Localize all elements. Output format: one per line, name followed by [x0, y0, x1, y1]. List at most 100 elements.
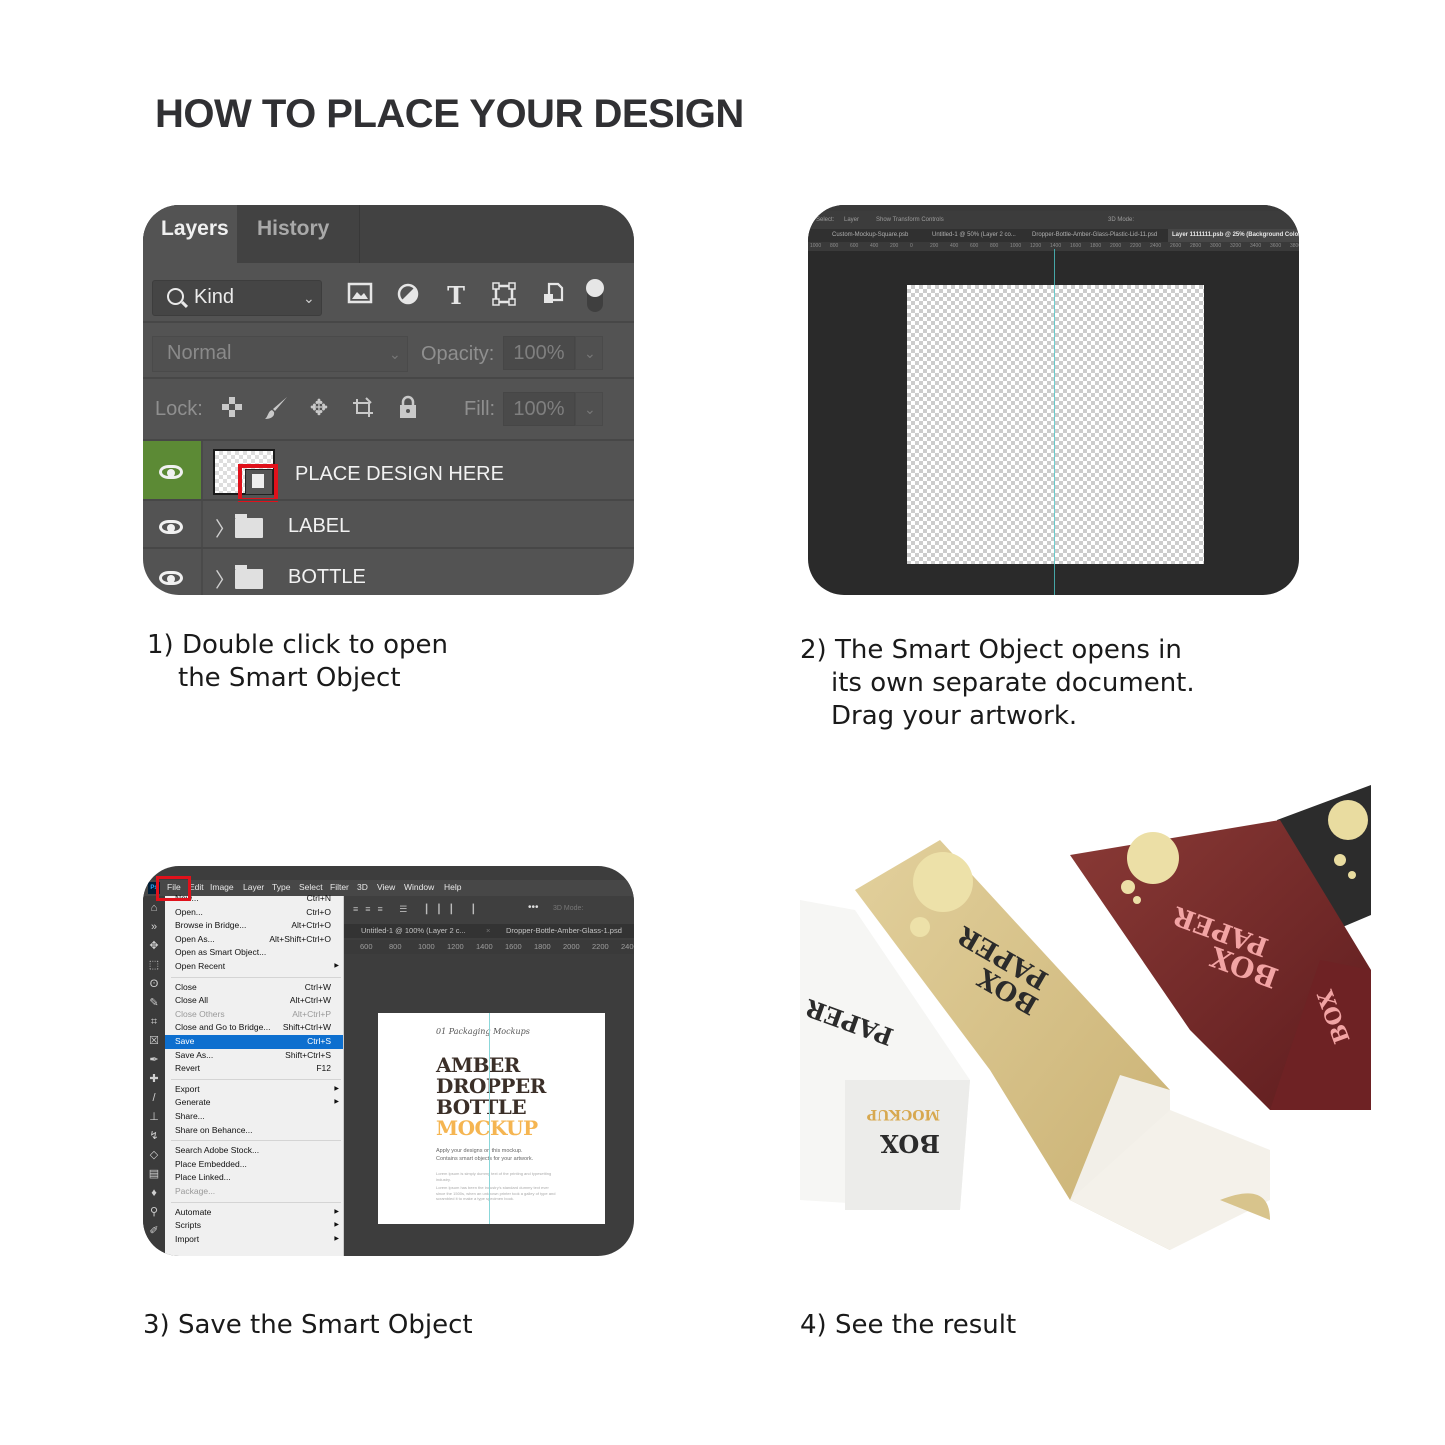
paper-box-mockup-illustration: PAPER BOX BOX PAPER BOX PAPER BOX MOCKUP — [800, 785, 1371, 1250]
layer-row-place-design-here[interactable]: PLACE DESIGN HERE — [143, 439, 634, 502]
menu-filter[interactable]: Filter — [330, 882, 349, 892]
lock-transparency-icon[interactable] — [219, 395, 245, 421]
align-icons[interactable]: ≡≡≡ ☰ ┃┃┃ ┃ — [353, 904, 483, 915]
crop-tool-icon[interactable]: ⌗ — [147, 1015, 161, 1029]
document-tab[interactable]: Untitled-1 @ 50% (Layer 2 co... — [932, 229, 1016, 242]
marquee-tool-icon[interactable]: ⬚ — [147, 958, 161, 972]
menu-item-open-recent[interactable]: Open Recent ▶ — [165, 960, 343, 974]
menu-select[interactable]: Select — [299, 882, 323, 892]
menu-window[interactable]: Window — [404, 882, 434, 892]
close-tab-icon[interactable]: × — [486, 926, 490, 935]
adjustment-filter-icon[interactable] — [394, 282, 422, 310]
menu-item-scripts[interactable]: Scripts ▶ — [165, 1219, 343, 1233]
tab-history[interactable]: History — [239, 205, 360, 263]
expand-chevron-icon[interactable]: 〉 — [215, 513, 235, 542]
menu-item-label: Open As... — [175, 933, 215, 944]
menu-item-close-all[interactable]: Close All Alt+Ctrl+W — [165, 994, 343, 1008]
menu-item-close[interactable]: Close Ctrl+W — [165, 981, 343, 995]
menu-item-save-as[interactable]: Save As... Shift+Ctrl+S — [165, 1049, 343, 1063]
fill-input[interactable]: 100% — [503, 392, 575, 426]
menu-edit[interactable]: Edit — [189, 882, 204, 892]
menu-item-search-adobe-stock[interactable]: Search Adobe Stock... — [165, 1144, 343, 1158]
filter-kind-dropdown[interactable]: Kind ⌄ — [152, 280, 322, 316]
document-tab-active[interactable]: Layer 1111111.psb @ 25% (Background Colo… — [1168, 229, 1299, 242]
blend-mode-dropdown[interactable]: Normal ⌄ — [152, 336, 408, 372]
type-filter-icon[interactable]: T — [442, 282, 470, 310]
move-tool-icon[interactable]: ✥ — [147, 939, 161, 953]
visibility-toggle[interactable] — [143, 441, 201, 501]
menu-item-browse-in-bridge[interactable]: Browse in Bridge... Alt+Ctrl+O — [165, 919, 343, 933]
quick-select-icon[interactable]: ✎ — [147, 996, 161, 1010]
lock-artboard-icon[interactable] — [349, 395, 375, 421]
menu-item-close-and-go-to-bridge[interactable]: Close and Go to Bridge... Shift+Ctrl+W — [165, 1021, 343, 1035]
menu-item-import[interactable]: Import ▶ — [165, 1233, 343, 1247]
lock-paint-icon[interactable] — [263, 395, 289, 421]
menu-item-package[interactable]: Package... — [165, 1185, 343, 1199]
brush-tool-icon[interactable]: / — [147, 1091, 161, 1105]
menu-item-open-as[interactable]: Open As... Alt+Shift+Ctrl+O — [165, 933, 343, 947]
expand-icon[interactable]: » — [147, 920, 161, 934]
menu-item-export[interactable]: Export ▶ — [165, 1083, 343, 1097]
menu-item-share[interactable]: Share... — [165, 1110, 343, 1124]
pen-tool-icon[interactable]: ✐ — [147, 1224, 161, 1238]
document-canvas[interactable]: 01 Packaging Mockups AMBER DROPPER BOTTL… — [378, 1013, 605, 1224]
stamp-tool-icon[interactable]: ⊥ — [147, 1110, 161, 1124]
lock-position-icon[interactable]: ✥ — [306, 395, 332, 421]
home-icon[interactable]: ⌂ — [147, 901, 161, 915]
document-tab[interactable]: Custom-Mockup-Square.psb — [832, 229, 908, 242]
opacity-dropdown-button[interactable]: ⌄ — [575, 336, 603, 370]
shape-filter-icon[interactable] — [490, 282, 518, 310]
submenu-arrow-icon: ▶ — [334, 1208, 339, 1215]
menu-item-save[interactable]: Save Ctrl+S — [165, 1035, 343, 1049]
visibility-toggle[interactable] — [143, 501, 201, 549]
visibility-toggle[interactable] — [143, 549, 201, 595]
menu-help[interactable]: Help — [444, 882, 461, 892]
opacity-input[interactable]: 100% — [503, 336, 575, 370]
menu-3d[interactable]: 3D — [357, 882, 368, 892]
layer-name: PLACE DESIGN HERE — [295, 463, 504, 485]
menu-item-generate[interactable]: Generate ▶ — [165, 1096, 343, 1110]
menu-item-new[interactable]: New... Ctrl+N — [165, 892, 343, 906]
smart-object-filter-icon[interactable] — [539, 282, 567, 310]
lasso-tool-icon[interactable]: ʘ — [147, 977, 161, 991]
fill-dropdown-button[interactable]: ⌄ — [575, 392, 603, 426]
lock-all-icon[interactable] — [395, 395, 421, 421]
menu-item-open[interactable]: Open... Ctrl+O — [165, 906, 343, 920]
menu-item-share-on-behance[interactable]: Share on Behance... — [165, 1124, 343, 1138]
layer-row-label[interactable]: 〉 LABEL — [143, 499, 634, 549]
dodge-tool-icon[interactable]: ⚲ — [147, 1205, 161, 1219]
menu-view[interactable]: View — [377, 882, 395, 892]
healing-brush-icon[interactable]: ✚ — [147, 1072, 161, 1086]
filter-toggle-switch[interactable] — [586, 279, 604, 312]
menu-image[interactable]: Image — [210, 882, 234, 892]
divider — [143, 321, 634, 323]
layer-row-bottle[interactable]: 〉 BOTTLE — [143, 547, 634, 595]
menu-item-place-linked[interactable]: Place Linked... — [165, 1171, 343, 1185]
show-transform-checkbox[interactable]: Show Transform Controls — [876, 211, 944, 229]
history-brush-icon[interactable]: ↯ — [147, 1129, 161, 1143]
menu-item-close-others[interactable]: Close Others Alt+Ctrl+P — [165, 1008, 343, 1022]
menu-item-place-embedded[interactable]: Place Embedded... — [165, 1158, 343, 1172]
transparent-canvas[interactable] — [907, 285, 1204, 564]
menu-item-revert[interactable]: Revert F12 — [165, 1062, 343, 1076]
ruler-tick-label: 2600 — [1170, 243, 1182, 249]
menu-layer[interactable]: Layer — [243, 882, 264, 892]
filter-kind-label: Kind — [194, 286, 235, 308]
more-options-icon[interactable]: ••• — [528, 902, 539, 913]
menu-item-label: Share... — [175, 1111, 205, 1121]
image-filter-icon[interactable] — [346, 282, 374, 310]
document-tab[interactable]: Untitled-1 @ 100% (Layer 2 c... — [361, 926, 466, 935]
select-dropdown[interactable]: Layer — [844, 211, 859, 229]
tab-layers[interactable]: Layers — [143, 205, 237, 263]
blur-tool-icon[interactable]: ♦ — [147, 1186, 161, 1200]
eyedropper-icon[interactable]: ✒ — [147, 1053, 161, 1067]
menu-type[interactable]: Type — [272, 882, 290, 892]
gradient-tool-icon[interactable]: ▤ — [147, 1167, 161, 1181]
expand-chevron-icon[interactable]: 〉 — [215, 564, 235, 593]
document-tab[interactable]: Dropper-Bottle-Amber-Glass-1.psd — [506, 926, 622, 935]
menu-item-automate[interactable]: Automate ▶ — [165, 1206, 343, 1220]
document-tab[interactable]: Dropper-Bottle-Amber-Glass-Plastic-Lid-1… — [1032, 229, 1157, 242]
frame-tool-icon[interactable]: ☒ — [147, 1034, 161, 1048]
eraser-icon[interactable]: ◇ — [147, 1148, 161, 1162]
menu-item-open-as-smart-object[interactable]: Open as Smart Object... — [165, 946, 343, 960]
